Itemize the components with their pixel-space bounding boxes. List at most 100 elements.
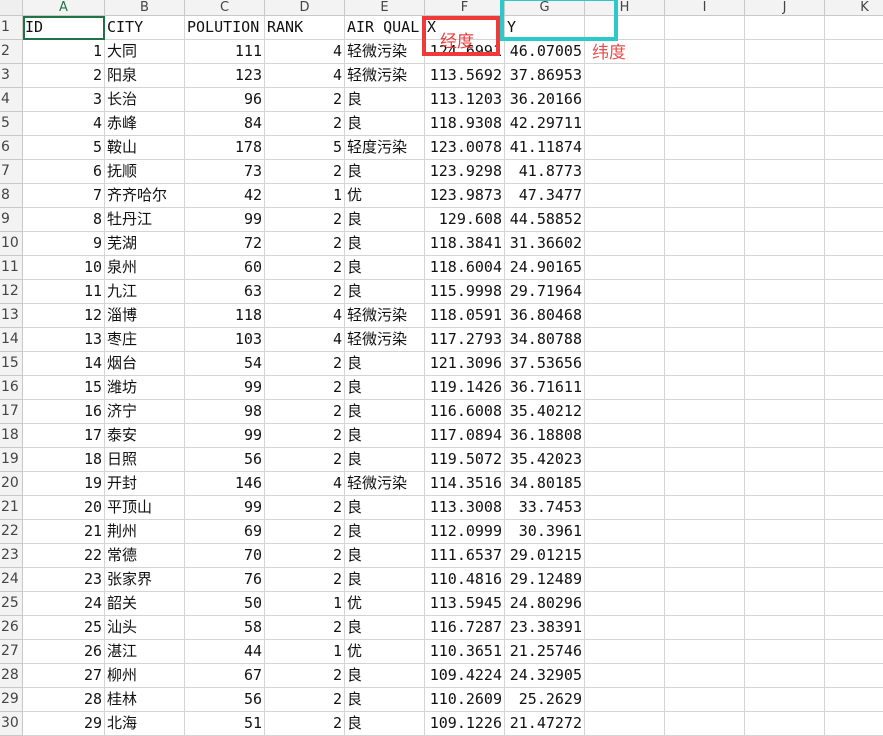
data-cell[interactable]: 1 [265, 592, 345, 616]
row-header[interactable]: 13 [0, 304, 23, 328]
data-cell[interactable] [665, 712, 745, 736]
data-cell[interactable]: 118.6004 [425, 256, 505, 280]
data-cell[interactable]: 良 [345, 424, 425, 448]
data-cell[interactable] [825, 592, 883, 616]
data-cell[interactable] [825, 712, 883, 736]
data-cell[interactable]: 良 [345, 280, 425, 304]
data-cell[interactable]: 17 [23, 424, 105, 448]
data-cell[interactable]: 良 [345, 208, 425, 232]
data-cell[interactable]: 34.80788 [505, 328, 585, 352]
data-cell[interactable]: 118.3841 [425, 232, 505, 256]
data-cell[interactable]: 99 [185, 208, 265, 232]
data-cell[interactable]: 齐齐哈尔 [105, 184, 185, 208]
data-cell[interactable] [585, 400, 665, 424]
data-cell[interactable] [665, 400, 745, 424]
column-header-e[interactable]: E [345, 0, 425, 16]
data-cell[interactable]: 67 [185, 664, 265, 688]
data-cell[interactable]: 29.12489 [505, 568, 585, 592]
data-cell[interactable] [745, 184, 825, 208]
data-cell[interactable] [825, 136, 883, 160]
data-cell[interactable]: 113.3008 [425, 496, 505, 520]
data-cell[interactable] [665, 448, 745, 472]
data-cell[interactable] [825, 64, 883, 88]
data-cell[interactable]: 123.9298 [425, 160, 505, 184]
data-cell[interactable] [745, 304, 825, 328]
data-cell[interactable]: 178 [185, 136, 265, 160]
row-header[interactable]: 25 [0, 592, 23, 616]
data-cell[interactable] [665, 136, 745, 160]
row-header[interactable]: 17 [0, 400, 23, 424]
data-cell[interactable]: 泰安 [105, 424, 185, 448]
data-cell[interactable] [665, 472, 745, 496]
data-cell[interactable]: 99 [185, 496, 265, 520]
data-cell[interactable] [745, 256, 825, 280]
data-cell[interactable]: 123 [185, 64, 265, 88]
row-header[interactable]: 2 [0, 40, 23, 64]
data-cell[interactable] [825, 280, 883, 304]
data-cell[interactable]: 荆州 [105, 520, 185, 544]
data-cell[interactable]: 2 [265, 400, 345, 424]
data-cell[interactable] [585, 544, 665, 568]
data-cell[interactable] [825, 520, 883, 544]
data-cell[interactable]: 73 [185, 160, 265, 184]
data-cell[interactable]: 汕头 [105, 616, 185, 640]
data-cell[interactable] [745, 88, 825, 112]
data-cell[interactable] [585, 376, 665, 400]
data-cell[interactable]: 99 [185, 376, 265, 400]
data-cell[interactable]: 2 [265, 448, 345, 472]
data-cell[interactable]: 牡丹江 [105, 208, 185, 232]
data-cell[interactable]: 113.1203 [425, 88, 505, 112]
data-cell[interactable]: 2 [265, 112, 345, 136]
data-cell[interactable] [825, 400, 883, 424]
data-cell[interactable]: 14 [23, 352, 105, 376]
data-cell[interactable]: 27 [23, 664, 105, 688]
data-cell[interactable]: 96 [185, 88, 265, 112]
data-cell[interactable]: 119.5072 [425, 448, 505, 472]
data-cell[interactable]: 47.3477 [505, 184, 585, 208]
data-cell[interactable] [585, 496, 665, 520]
data-cell[interactable]: 1 [265, 184, 345, 208]
row-header[interactable]: 26 [0, 616, 23, 640]
column-header-k[interactable]: K [825, 0, 883, 16]
column-header-h[interactable]: H [585, 0, 665, 16]
data-cell[interactable]: 常德 [105, 544, 185, 568]
data-cell[interactable]: 12 [23, 304, 105, 328]
data-cell[interactable]: 58 [185, 616, 265, 640]
data-cell[interactable]: 良 [345, 448, 425, 472]
data-cell[interactable]: 24.80296 [505, 592, 585, 616]
data-cell[interactable]: 2 [265, 352, 345, 376]
data-cell[interactable]: 13 [23, 328, 105, 352]
data-cell[interactable]: 117.0894 [425, 424, 505, 448]
row-header[interactable]: 7 [0, 160, 23, 184]
data-cell[interactable] [825, 328, 883, 352]
data-cell[interactable]: 良 [345, 664, 425, 688]
data-cell[interactable]: 36.80468 [505, 304, 585, 328]
data-cell[interactable]: 长治 [105, 88, 185, 112]
data-cell[interactable] [585, 64, 665, 88]
data-cell[interactable] [665, 376, 745, 400]
data-cell[interactable]: 112.0999 [425, 520, 505, 544]
data-cell[interactable]: 34.80185 [505, 472, 585, 496]
data-cell[interactable]: 103 [185, 328, 265, 352]
data-cell[interactable]: 41.8773 [505, 160, 585, 184]
select-all-corner[interactable] [0, 0, 23, 16]
data-cell[interactable]: 56 [185, 688, 265, 712]
data-cell[interactable]: 湛江 [105, 640, 185, 664]
data-cell[interactable] [745, 160, 825, 184]
data-cell[interactable] [585, 592, 665, 616]
data-cell[interactable]: 4 [265, 472, 345, 496]
data-cell[interactable]: 轻微污染 [345, 304, 425, 328]
data-cell[interactable] [825, 376, 883, 400]
data-cell[interactable]: 2 [265, 688, 345, 712]
data-cell[interactable]: 116.7287 [425, 616, 505, 640]
data-cell[interactable]: 2 [265, 280, 345, 304]
data-cell[interactable]: 35.42023 [505, 448, 585, 472]
data-cell[interactable]: 2 [265, 256, 345, 280]
data-cell[interactable]: 23.38391 [505, 616, 585, 640]
row-header[interactable]: 23 [0, 544, 23, 568]
data-cell[interactable] [745, 328, 825, 352]
data-cell[interactable]: 潍坊 [105, 376, 185, 400]
data-cell[interactable]: 2 [265, 496, 345, 520]
data-cell[interactable]: 1 [265, 640, 345, 664]
data-cell[interactable] [745, 496, 825, 520]
